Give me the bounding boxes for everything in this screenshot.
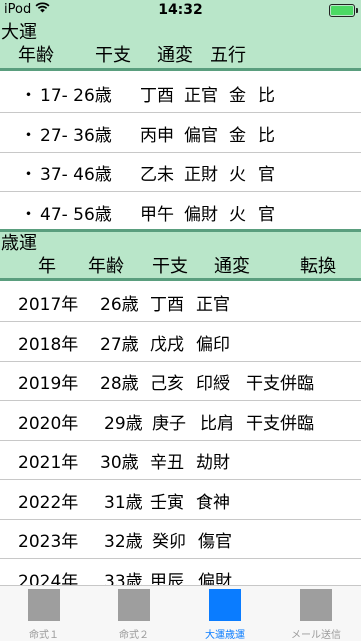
row-age: 30歳 (100, 453, 139, 473)
tab-label: 大運歳運 (205, 630, 245, 641)
row-age: 28歳 (100, 374, 139, 394)
saiun-col-year: 年 (38, 256, 56, 277)
row-tsuhen: 偏印 (196, 335, 230, 355)
tab-meishiki-2[interactable]: 命式２ (104, 589, 164, 641)
row-gogyo1: 金 (229, 126, 246, 146)
row-tsuhen: 偏官 (184, 126, 218, 146)
saiun-row[interactable]: 2019年 28歳 己亥 印綬 干支併臨 (0, 361, 361, 401)
row-tsuhen: 正官 (184, 86, 218, 106)
row-tsuhen: 劫財 (196, 453, 230, 473)
battery-icon (329, 4, 358, 17)
row-tenkan: 干支併臨 (246, 374, 314, 394)
row-year: 2023年 (18, 532, 79, 552)
saiun-header: 歳運 年 年齢 干支 通変 転換 (0, 232, 361, 278)
row-kanshi: 乙未 (140, 165, 174, 185)
saiun-divider (0, 278, 361, 281)
saiun-col-age: 年齢 (88, 256, 124, 277)
row-bullet: ・ (20, 205, 37, 225)
dayun-col-tsuhen: 通変 (157, 45, 193, 66)
row-age: 26歳 (100, 295, 139, 315)
saiun-row[interactable]: 2023年 32歳 癸卯 傷官 (0, 519, 361, 559)
status-right (329, 4, 358, 17)
square-icon (28, 589, 60, 621)
row-kanshi: 丁酉 (140, 86, 174, 106)
row-age: 27歳 (100, 335, 139, 355)
row-kanshi: 丙申 (140, 126, 174, 146)
saiun-row[interactable]: 2020年 29歳 庚子 比肩 干支併臨 (0, 401, 361, 441)
tab-mail[interactable]: メール送信 (286, 589, 346, 641)
status-bar: iPod 14:32 (0, 0, 361, 22)
row-tsuhen: 傷官 (198, 532, 232, 552)
tab-meishiki-1[interactable]: 命式１ (14, 589, 74, 641)
row-age: 17- 26歳 (40, 86, 112, 106)
row-kanshi: 庚子 (152, 414, 186, 434)
saiun-row[interactable]: 2021年 30歳 辛丑 劫財 (0, 440, 361, 480)
row-gogyo1: 金 (229, 86, 246, 106)
dayun-row[interactable]: ・ 47- 56歳 甲午 偏財 火 官 (0, 192, 361, 231)
row-bullet: ・ (20, 165, 37, 185)
row-age: 32歳 (104, 532, 143, 552)
row-gogyo2: 比 (258, 86, 275, 106)
row-year: 2021年 (18, 453, 79, 473)
dayun-col-gogyo: 五行 (210, 45, 246, 66)
row-kanshi: 戊戌 (150, 335, 184, 355)
row-year: 2020年 (18, 414, 79, 434)
row-age: 31歳 (104, 493, 143, 513)
saiun-col-kanshi: 干支 (152, 256, 188, 277)
row-tsuhen: 正財 (184, 165, 218, 185)
tab-label: 命式２ (119, 630, 149, 641)
row-age: 29歳 (104, 414, 143, 434)
row-gogyo2: 官 (258, 205, 275, 225)
row-kanshi: 癸卯 (152, 532, 186, 552)
row-tenkan: 干支併臨 (246, 414, 314, 434)
tab-dayun-saiun[interactable]: 大運歳運 (195, 589, 255, 641)
dayun-title: 大運 (1, 22, 37, 43)
row-gogyo2: 比 (258, 126, 275, 146)
row-year: 2017年 (18, 295, 79, 315)
dayun-row[interactable]: ・ 27- 36歳 丙申 偏官 金 比 (0, 113, 361, 153)
square-icon (118, 589, 150, 621)
dayun-col-age: 年齢 (18, 45, 54, 66)
row-tsuhen: 比肩 (200, 414, 234, 434)
saiun-row[interactable]: 2018年 27歳 戊戌 偏印 (0, 322, 361, 362)
tab-label: 命式１ (29, 630, 59, 641)
dayun-row[interactable]: ・ 37- 46歳 乙未 正財 火 官 (0, 152, 361, 192)
saiun-col-tsuhen: 通変 (214, 256, 250, 277)
row-kanshi: 己亥 (150, 374, 184, 394)
tab-label: メール送信 (291, 630, 341, 641)
row-year: 2019年 (18, 374, 79, 394)
row-tsuhen: 印綬 (196, 374, 230, 394)
row-kanshi: 丁酉 (150, 295, 184, 315)
dayun-header: 大運 年齢 干支 通変 五行 (0, 22, 361, 68)
tab-bar: 命式１ 命式２ 大運歳運 メール送信 (0, 585, 361, 641)
dayun-divider (0, 68, 361, 71)
square-icon (300, 589, 332, 621)
saiun-title: 歳運 (1, 233, 37, 254)
row-age: 47- 56歳 (40, 205, 112, 225)
row-kanshi: 壬寅 (150, 493, 184, 513)
row-year: 2022年 (18, 493, 79, 513)
row-kanshi: 辛丑 (150, 453, 184, 473)
square-icon (209, 589, 241, 621)
dayun-col-kanshi: 干支 (95, 45, 131, 66)
saiun-row[interactable]: 2017年 26歳 丁酉 正官 (0, 282, 361, 322)
status-time: 14:32 (158, 2, 203, 18)
row-tsuhen: 偏財 (184, 205, 218, 225)
row-age: 27- 36歳 (40, 126, 112, 146)
row-gogyo1: 火 (229, 165, 246, 185)
row-kanshi: 甲午 (140, 205, 174, 225)
saiun-row[interactable]: 2022年 31歳 壬寅 食神 (0, 480, 361, 520)
row-gogyo1: 火 (229, 205, 246, 225)
row-bullet: ・ (20, 126, 37, 146)
dayun-row[interactable]: ・ 17- 26歳 丁酉 正官 金 比 (0, 73, 361, 113)
row-tsuhen: 正官 (196, 295, 230, 315)
row-year: 2018年 (18, 335, 79, 355)
row-gogyo2: 官 (258, 165, 275, 185)
row-bullet: ・ (20, 86, 37, 106)
saiun-col-tenkan: 転換 (300, 256, 336, 277)
row-tsuhen: 食神 (196, 493, 230, 513)
row-age: 37- 46歳 (40, 165, 112, 185)
